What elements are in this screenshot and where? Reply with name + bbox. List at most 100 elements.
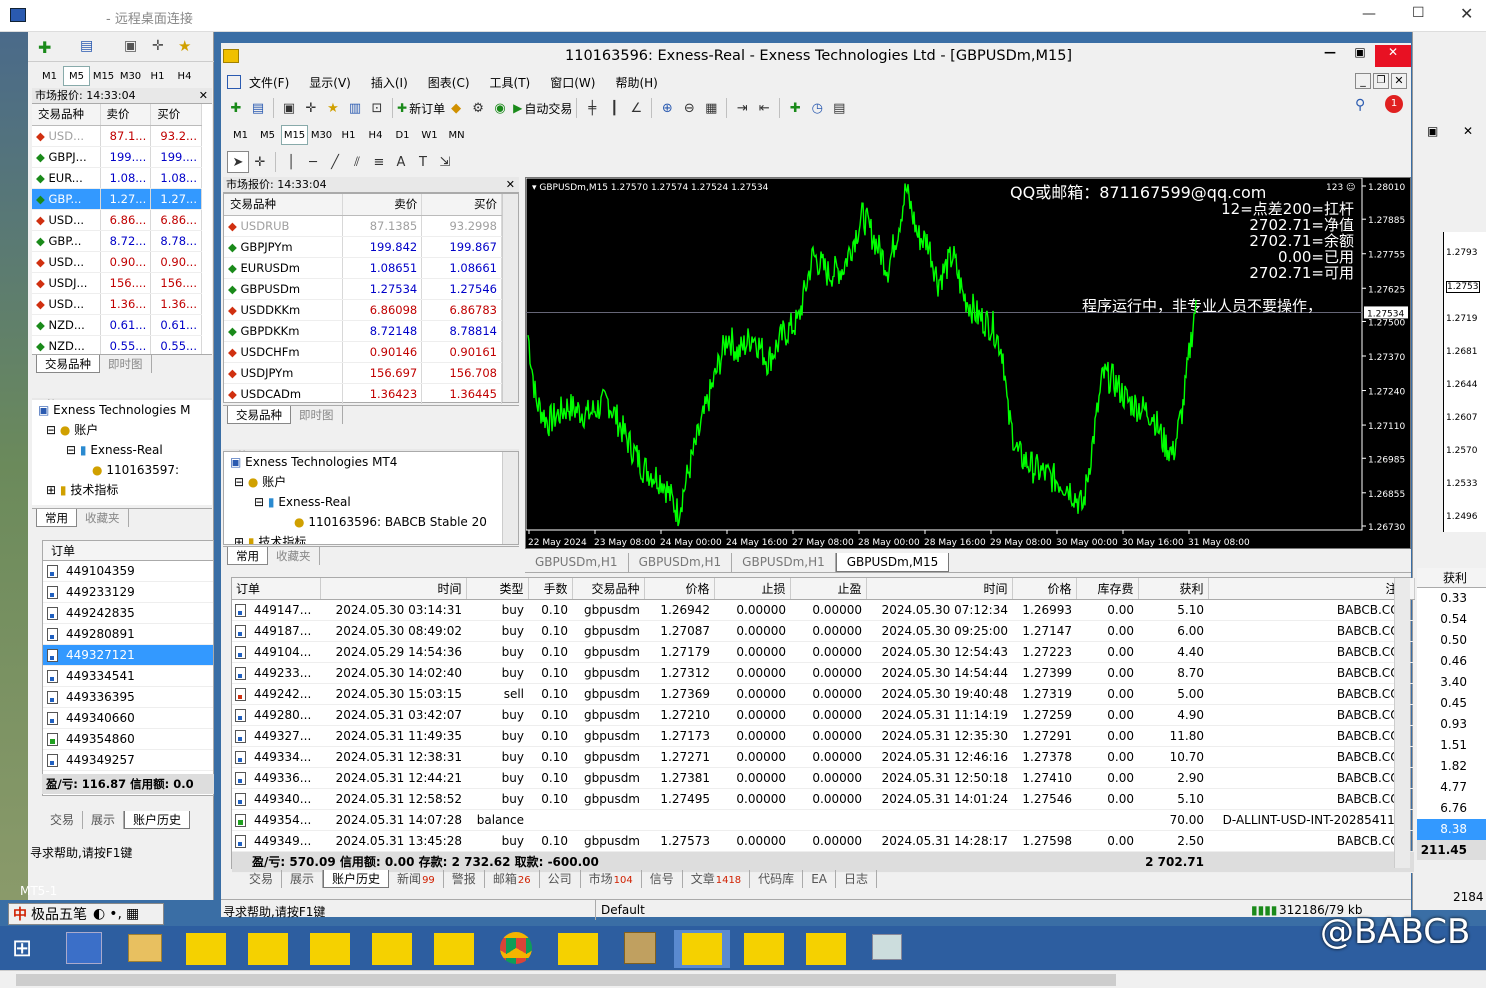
bg-tf-h4[interactable]: H4	[171, 66, 198, 86]
navigator-icon[interactable]: ★	[322, 97, 344, 119]
tab-symbols[interactable]: 交易品种	[227, 406, 291, 424]
rdp-hscroll[interactable]	[0, 970, 1486, 988]
start-icon[interactable]: ⊞	[12, 934, 32, 962]
history-row[interactable]: 449340... 2024.05.31 12:58:52 buy 0.10 gbpus…	[232, 788, 1414, 810]
taskbar-mt4-icon[interactable]	[178, 930, 234, 968]
market-row[interactable]: ◆ USDCHFm 0.90146 0.90161	[224, 341, 502, 363]
periods-icon[interactable]: ◷	[806, 97, 828, 119]
data-window-icon[interactable]: ✛	[300, 97, 322, 119]
line-chart-icon[interactable]: ∠	[625, 97, 647, 119]
tf-m5[interactable]: M5	[254, 125, 281, 145]
tf-h4[interactable]: H4	[362, 125, 389, 145]
history-row[interactable]: 449349... 2024.05.31 13:45:28 buy 0.10 gbpus…	[232, 830, 1414, 852]
bg-tab-exposure[interactable]: 展示	[83, 811, 125, 829]
market-row[interactable]: ◆ EURUSDm 1.08651 1.08661	[224, 257, 502, 279]
new-chart-icon[interactable]: ✚	[38, 38, 51, 57]
bg-market-close-icon[interactable]: ✕	[199, 88, 208, 104]
fibonacci-icon[interactable]: ≡	[368, 151, 390, 173]
hist-col-6[interactable]: 止损	[714, 578, 791, 600]
tab-tick-chart[interactable]: 即时图	[291, 406, 343, 424]
bg-nav-server[interactable]: ⊟ ▮ Exness-Real	[32, 440, 212, 460]
moon-icon[interactable]: ◐	[93, 906, 105, 922]
zoom-out-icon[interactable]: ⊖	[678, 97, 700, 119]
maximize-button[interactable]: ☐	[1412, 5, 1425, 21]
taskbar-mt4-icon[interactable]	[302, 930, 358, 968]
tf-h1[interactable]: H1	[335, 125, 362, 145]
taskbar-mt4-icon[interactable]	[674, 930, 730, 968]
bg-col-bid[interactable]: 卖价	[100, 104, 152, 126]
tf-d1[interactable]: D1	[389, 125, 416, 145]
bg-tf-m1[interactable]: M1	[36, 66, 63, 86]
market-row[interactable]: ◆ USDRUB 87.1385 93.2998	[224, 215, 502, 237]
hist-col-7[interactable]: 止盈	[790, 578, 867, 600]
hist-col-4[interactable]: 交易品种	[572, 578, 645, 600]
bg-order-row[interactable]: 449280891	[43, 624, 213, 645]
hist-col-12[interactable]: 注释	[1208, 578, 1415, 600]
terminal-tab-1[interactable]: 展示	[282, 870, 324, 888]
terminal-tab-10[interactable]: 代码库	[750, 870, 804, 888]
tf-mn[interactable]: MN	[443, 125, 470, 145]
terminal-tab-11[interactable]: EA	[803, 870, 836, 888]
nav-account[interactable]: ● 110163596: BABCB Stable 20	[224, 512, 518, 532]
price-chart[interactable]: 1.28010 1.27885 1.27755 1.27625 1.27500 1.273…	[526, 178, 1410, 548]
history-row[interactable]: 449233... 2024.05.30 14:02:40 buy 0.10 gbpus…	[232, 662, 1414, 684]
bg-right-profit-header[interactable]: 获利	[1417, 568, 1486, 588]
nav-accounts[interactable]: ⊟ ● 账户	[224, 472, 518, 492]
new-order-button[interactable]: ✚ 新订单	[397, 100, 445, 117]
bg-tab-favorites[interactable]: 收藏夹	[77, 509, 129, 527]
hist-col-5[interactable]: 价格	[644, 578, 715, 600]
bg-tab-tick[interactable]: 即时图	[100, 355, 152, 373]
scroll-thumb[interactable]	[16, 974, 1116, 986]
terminal-tab-12[interactable]: 日志	[836, 870, 877, 888]
history-row[interactable]: 449327... 2024.05.31 11:49:35 buy 0.10 gbpus…	[232, 725, 1414, 747]
profiles-icon[interactable]: ▤	[80, 38, 93, 54]
taskbar-mt4-icon[interactable]	[550, 930, 606, 968]
history-row[interactable]: 449187... 2024.05.30 08:49:02 buy 0.10 gbpus…	[232, 620, 1414, 642]
terminal-tab-2[interactable]: 账户历史	[323, 870, 390, 888]
new-chart-icon[interactable]: ✚	[225, 97, 247, 119]
text-icon[interactable]: A	[390, 151, 412, 173]
bg-nav-root[interactable]: ▣ Exness Technologies M	[32, 400, 212, 420]
menu-item-4[interactable]: 工具(T)	[490, 74, 531, 91]
search-icon[interactable]: ⚲	[1355, 97, 1365, 113]
bg-market-row[interactable]: ◆ EUR... 1.08... 1.08...	[32, 167, 202, 189]
terminal-tab-5[interactable]: 邮箱26	[485, 870, 540, 888]
taskbar-mt4-icon[interactable]	[798, 930, 854, 968]
bg-market-row[interactable]: ◆ USDJ... 156.... 156....	[32, 272, 202, 294]
chart-tab-0[interactable]: GBPUSDm,H1	[525, 553, 629, 572]
network-icon[interactable]	[872, 934, 902, 960]
menu-item-0[interactable]: 文件(F)	[249, 74, 289, 91]
hist-col-11[interactable]: 获利	[1138, 578, 1209, 600]
nav-root[interactable]: ▣ Exness Technologies MT4	[224, 452, 518, 472]
label-icon[interactable]: T	[412, 151, 434, 173]
terminal-tab-3[interactable]: 新闻99	[389, 870, 444, 888]
signals-icon[interactable]: ◉	[489, 97, 511, 119]
cursor-icon[interactable]: ➤	[227, 151, 249, 173]
close-button[interactable]: ✕	[1460, 4, 1473, 23]
col-bid[interactable]: 卖价	[342, 194, 423, 216]
menu-item-3[interactable]: 图表(C)	[428, 74, 470, 91]
bg-right-close[interactable]: ✕	[1463, 124, 1473, 138]
terminal-tab-8[interactable]: 信号	[642, 870, 683, 888]
child-close[interactable]: ✕	[1391, 73, 1407, 89]
bg-col-symbol[interactable]: 交易品种	[32, 104, 101, 126]
explorer-icon[interactable]	[128, 934, 162, 962]
history-row[interactable]: 449147... 2024.05.30 03:14:31 buy 0.10 gbpus…	[232, 599, 1414, 621]
crosshair-icon[interactable]: ✛	[249, 151, 271, 173]
market-row[interactable]: ◆ GBPUSDm 1.27534 1.27546	[224, 278, 502, 300]
taskbar-mt4-icon[interactable]	[426, 930, 482, 968]
hist-col-2[interactable]: 类型	[466, 578, 529, 600]
chart-shift-icon[interactable]: ⇤	[753, 97, 775, 119]
child-restore[interactable]: ❐	[1373, 73, 1389, 89]
terminal-tab-6[interactable]: 公司	[540, 870, 581, 888]
bar-chart-icon[interactable]: ╪	[581, 97, 603, 119]
chart-tab-2[interactable]: GBPUSDm,H1	[732, 553, 836, 572]
history-row[interactable]: 449354... 2024.05.31 14:07:28 balance 70.00…	[232, 809, 1414, 831]
zoom-in-icon[interactable]: ⊕	[656, 97, 678, 119]
market-watch-close-icon[interactable]: ✕	[506, 177, 515, 193]
mt4-close[interactable]: ✕	[1375, 45, 1411, 67]
trendline-icon[interactable]: ╱	[324, 151, 346, 173]
market-row[interactable]: ◆ USDJPYm 156.697 156.708	[224, 362, 502, 384]
bg-tab-trade[interactable]: 交易	[42, 811, 84, 829]
menu-item-2[interactable]: 插入(I)	[371, 74, 408, 91]
